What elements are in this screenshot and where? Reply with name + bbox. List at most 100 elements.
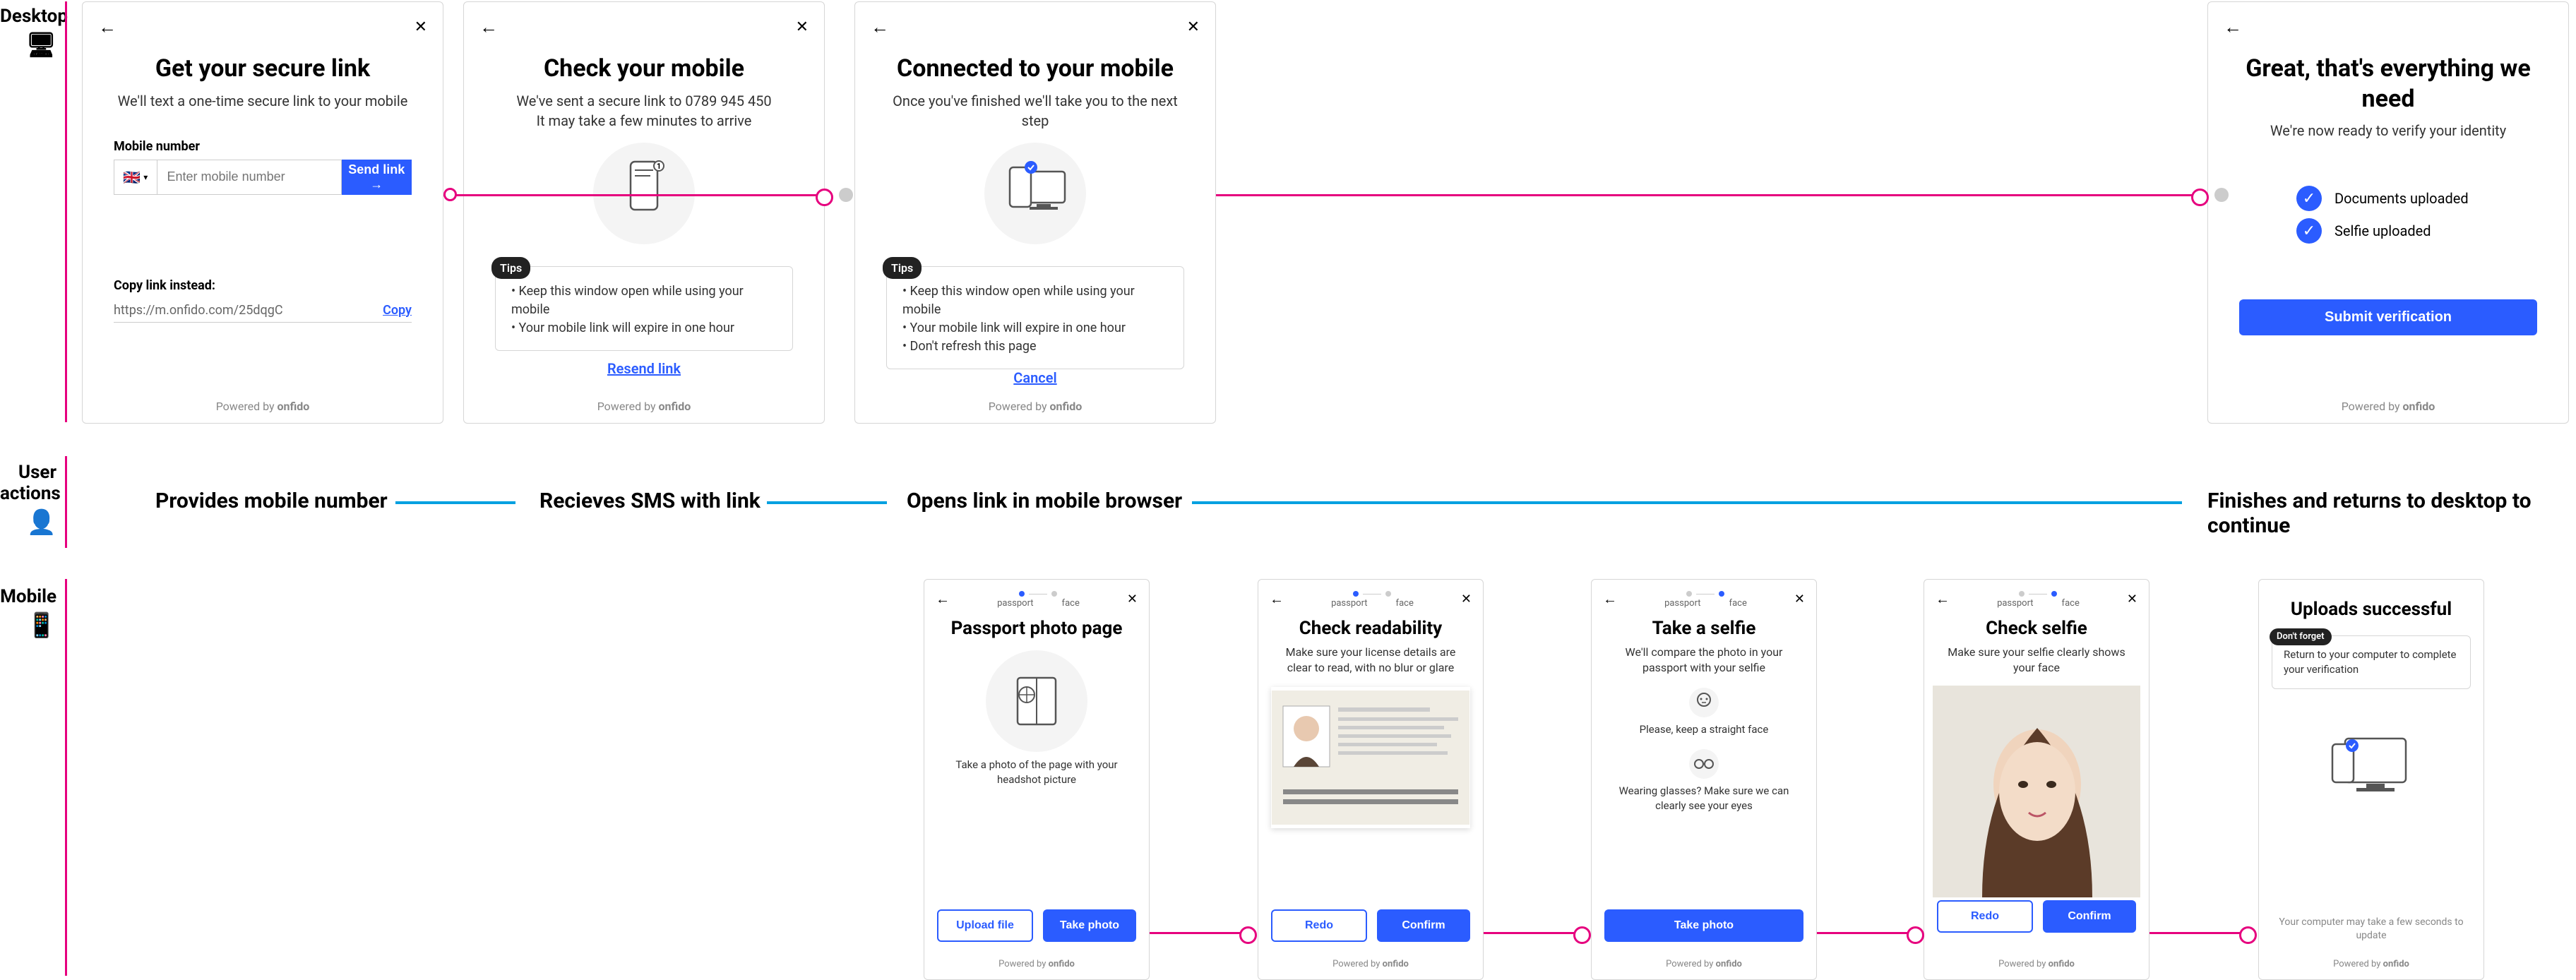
tips-panel: Tips • Keep this window open while using…	[495, 266, 793, 351]
close-icon[interactable]: ✕	[796, 18, 809, 36]
phone-illustration: 1	[464, 141, 824, 246]
screen-description: Take a photo of the page with your heads…	[941, 758, 1132, 787]
screen-title: Uploads successful	[2276, 598, 2467, 621]
screen-title: Check your mobile	[489, 54, 799, 84]
screen-title: Great, that's everything we need	[2234, 54, 2543, 114]
close-icon[interactable]: ✕	[1461, 592, 1472, 606]
copy-link-label: Copy link instead:	[114, 278, 412, 293]
screen-subtitle: Make sure your selfie clearly shows your…	[1941, 645, 2132, 676]
tips-tag: Tips	[883, 257, 922, 279]
tips-tag: Tips	[491, 257, 530, 279]
submit-verification-button[interactable]: Submit verification	[2239, 299, 2537, 335]
country-selector[interactable]: 🇬🇧 ▾	[114, 160, 157, 195]
screen-subtitle: Make sure your license details are clear…	[1275, 645, 1466, 676]
powered-by: Powered by onfido	[2208, 391, 2568, 423]
passport-photo-preview	[1271, 687, 1470, 828]
action-connector	[395, 501, 515, 504]
resend-link[interactable]: Resend link	[464, 360, 824, 381]
powered-by: Powered by onfido	[1924, 950, 2149, 979]
back-icon[interactable]: ←	[871, 16, 889, 38]
mobile-number-label: Mobile number	[114, 139, 412, 154]
action-connector	[767, 501, 887, 504]
desktop-return-illustration	[2259, 710, 2483, 830]
take-photo-button[interactable]: Take photo	[1043, 909, 1136, 942]
flow-connector	[1484, 932, 1590, 934]
mobile-number-input[interactable]	[157, 160, 342, 195]
screen-subtitle: We'll text a one-time secure link to you…	[112, 91, 413, 111]
check-icon: ✓	[2296, 218, 2322, 244]
mobile-screen-check-selfie: ← passportface ✕ Check selfie Make sure …	[1924, 579, 2149, 980]
confirm-button[interactable]: Confirm	[1377, 909, 1470, 942]
back-icon[interactable]: ←	[98, 16, 117, 38]
mobile-row-label: Mobile📱	[0, 586, 56, 640]
selfie-preview	[1933, 686, 2140, 897]
flow-connector	[443, 194, 832, 196]
action-label: Opens link in mobile browser	[907, 489, 1182, 513]
desktop-vline	[65, 1, 67, 422]
send-link-button[interactable]: Send link →	[342, 160, 412, 195]
tip-item: • Your mobile link will expire in one ho…	[902, 319, 1168, 337]
upload-file-button[interactable]: Upload file	[937, 909, 1033, 942]
desktop-screen-secure-link: ← ✕ Get your secure link We'll text a one…	[82, 1, 443, 424]
screen-title: Connected to your mobile	[881, 54, 1190, 84]
desktop-row-label: Desktop🖥	[0, 6, 56, 59]
screen-subtitle: We're now ready to verify your identity	[2238, 121, 2539, 141]
tip-item: • Keep this window open while using your…	[511, 282, 777, 319]
back-icon[interactable]: ←	[2224, 16, 2242, 38]
mobile-icon: 📱	[0, 611, 56, 640]
mobile-screen-passport: ← passportface ✕ Passport photo page Tak…	[924, 579, 1150, 980]
cancel-link[interactable]: Cancel	[855, 369, 1215, 390]
powered-by: Powered by onfido	[924, 950, 1149, 979]
face-icon	[1592, 683, 1816, 722]
redo-button[interactable]: Redo	[1271, 909, 1367, 942]
powered-by: Powered by onfido	[464, 391, 824, 423]
take-photo-button[interactable]: Take photo	[1604, 909, 1803, 942]
back-icon[interactable]: ←	[1936, 590, 1950, 608]
desktop-screen-check-mobile: ← ✕ Check your mobile We've sent a secure…	[463, 1, 825, 424]
close-icon[interactable]: ✕	[2127, 592, 2137, 606]
powered-by: Powered by onfido	[855, 391, 1215, 423]
back-icon[interactable]: ←	[479, 16, 498, 38]
screen-subtitle: Once you've finished we'll take you to t…	[885, 91, 1186, 131]
close-icon[interactable]: ✕	[1127, 592, 1138, 606]
close-icon[interactable]: ✕	[1187, 18, 1200, 36]
copy-button[interactable]: Copy	[383, 303, 412, 318]
reminder-text: Return to your computer to complete your…	[2284, 647, 2459, 677]
confirm-button[interactable]: Confirm	[2043, 900, 2136, 933]
svg-text:1: 1	[657, 162, 661, 171]
mobile-screen-readability: ← passportface ✕ Check readability Make …	[1258, 579, 1484, 980]
mobile-screen-take-selfie: ← passportface ✕ Take a selfie We'll com…	[1591, 579, 1817, 980]
back-icon[interactable]: ←	[936, 590, 950, 608]
redo-button[interactable]: Redo	[1937, 900, 2033, 933]
user-icon: 👤	[0, 508, 56, 537]
desktop-screen-complete: ← Great, that's everything we need We're…	[2207, 1, 2569, 424]
powered-by: Powered by onfido	[2259, 950, 2483, 979]
link-url: https://m.onfido.com/25dqgC	[114, 303, 383, 318]
back-icon[interactable]: ←	[1270, 590, 1284, 608]
hint-text: Wearing glasses? Make sure we can clearl…	[1609, 784, 1799, 813]
checklist-item: ✓Documents uploaded	[2296, 186, 2480, 211]
screen-title: Passport photo page	[941, 617, 1132, 640]
screen-title: Take a selfie	[1609, 617, 1799, 640]
tips-panel: Tips • Keep this window open while using…	[886, 266, 1184, 369]
screen-title: Check selfie	[1941, 617, 2132, 640]
action-label: Recieves SMS with link	[539, 489, 761, 513]
tip-item: • Don't refresh this page	[902, 337, 1168, 356]
hint-text: Please, keep a straight face	[1609, 722, 1799, 737]
powered-by: Powered by onfido	[83, 391, 443, 423]
passport-illustration	[924, 645, 1149, 758]
close-icon[interactable]: ✕	[1794, 592, 1805, 606]
flow-connector	[1150, 932, 1256, 934]
step-indicator	[1997, 591, 2080, 597]
close-icon[interactable]: ✕	[415, 18, 427, 36]
step-indicator	[1664, 591, 1747, 597]
screen-title: Get your secure link	[108, 54, 417, 84]
screen-subtitle: We've sent a secure link to 0789 945 450…	[494, 91, 794, 131]
mobile-vline	[65, 579, 67, 976]
mobile-screen-success: Uploads successful Don't forget Return t…	[2258, 579, 2484, 980]
reminder-panel: Don't forget Return to your computer to …	[2272, 635, 2471, 689]
powered-by: Powered by onfido	[1592, 950, 1816, 979]
tip-item: • Keep this window open while using your…	[902, 282, 1168, 319]
back-icon[interactable]: ←	[1603, 590, 1617, 608]
check-icon: ✓	[2296, 186, 2322, 211]
